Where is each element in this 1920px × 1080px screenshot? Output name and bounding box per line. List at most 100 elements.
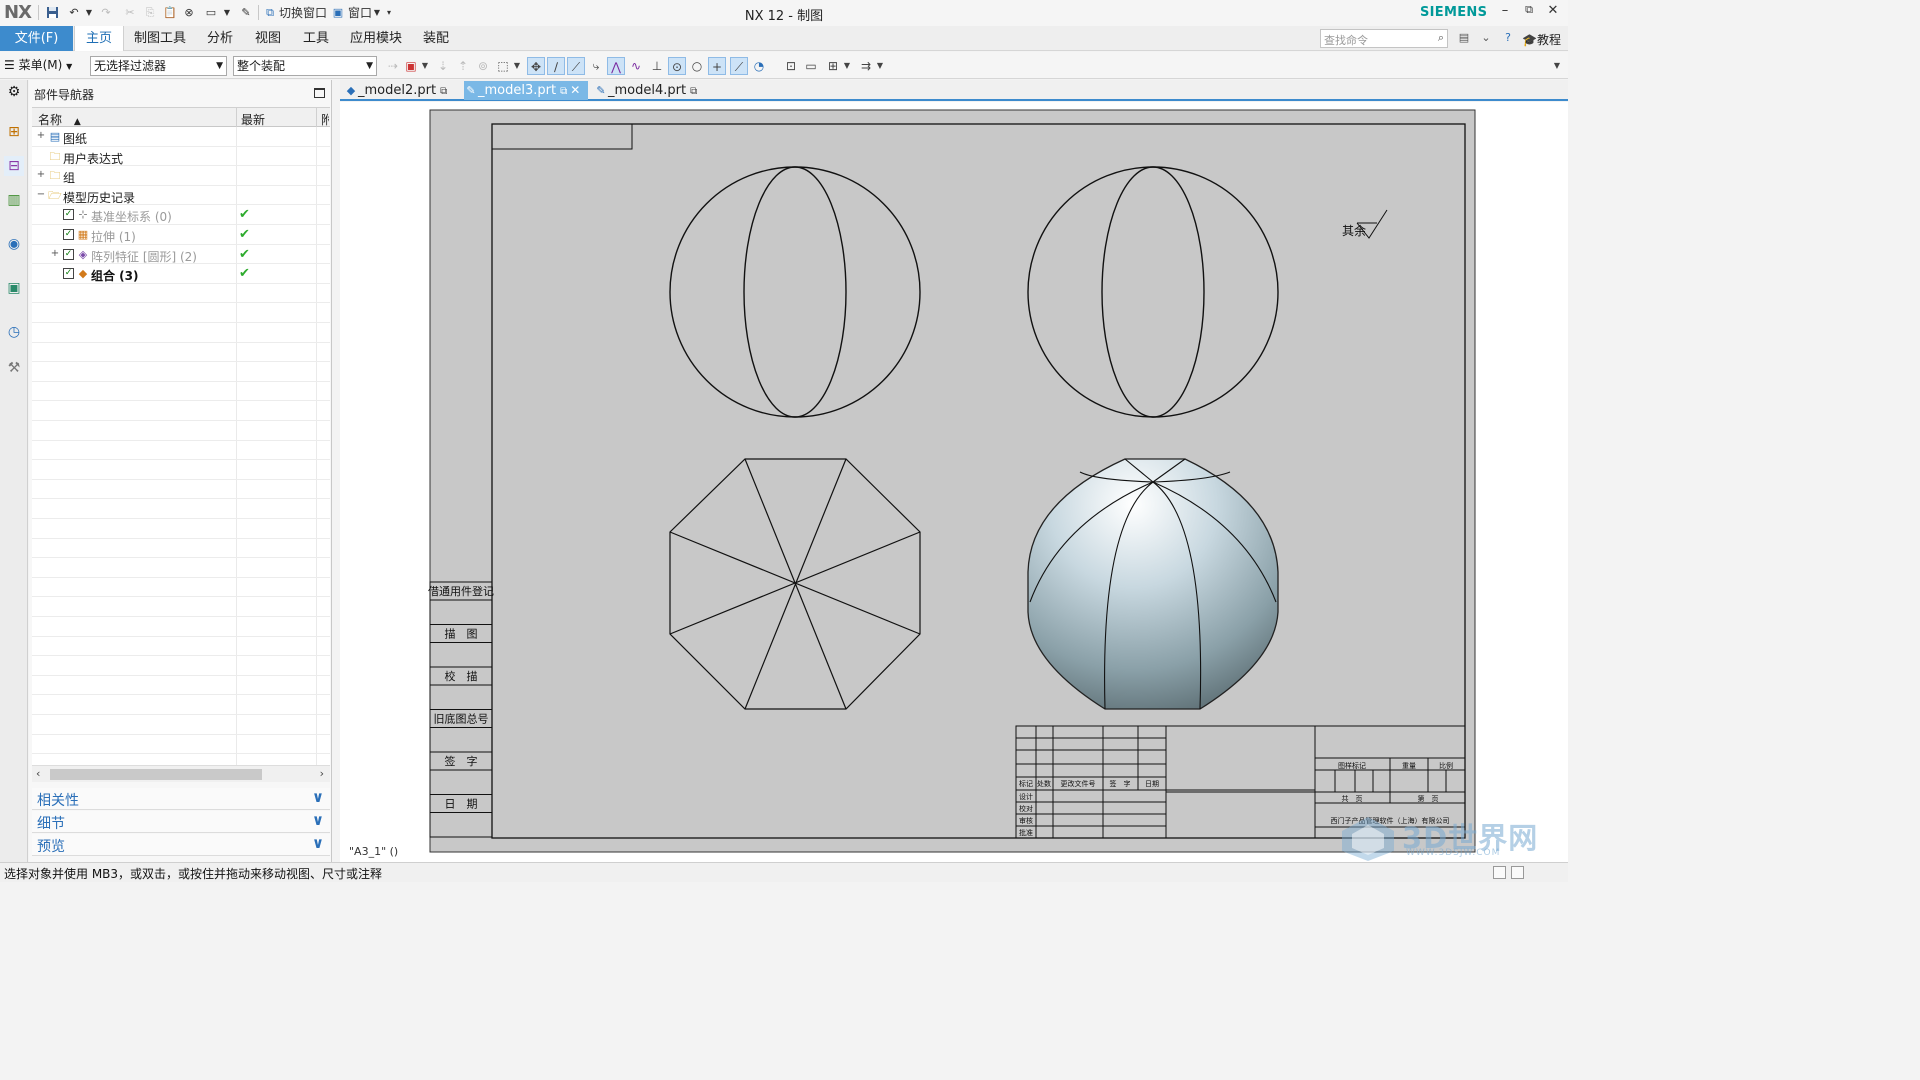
close-tab-icon[interactable]: ✕ (570, 83, 580, 97)
copy-icon[interactable]: ⎘ (142, 4, 158, 21)
tree-row[interactable]: + 🗀 组 (32, 166, 330, 186)
maximize-icon[interactable] (314, 88, 325, 98)
tab-drafting-tools[interactable]: 制图工具 (128, 26, 192, 51)
window-menu-icon[interactable]: ▣ (331, 4, 345, 21)
undo-dropdown-icon[interactable]: ▼ (84, 4, 94, 21)
filter-icon[interactable]: ⊚ (474, 57, 492, 75)
tab-application[interactable]: 应用模块 (344, 26, 408, 51)
visibility-checkbox[interactable]: ✓ (63, 268, 74, 280)
document-tab[interactable]: ◆ _model2.prt ⧉ (344, 81, 456, 100)
quadrant-icon[interactable]: ○ (688, 57, 706, 75)
graphics-window[interactable]: 其余 借通用件登记描 图校 描旧底图总号签 字日 期 标记 处数 更改文件号 签… (340, 102, 1568, 862)
point-on-curve-icon[interactable]: ⟋ (730, 57, 748, 75)
view-capture-icon[interactable]: ⊡ (782, 57, 800, 75)
tree-row[interactable]: + ▤ 图纸 (32, 127, 330, 147)
document-tab[interactable]: ✎ _model3.prt ⧉ ✕ (464, 81, 588, 100)
selection-filter-dropdown[interactable]: 无选择过滤器 ▼ (90, 56, 227, 76)
minimize-ribbon-icon[interactable]: ⌄ (1478, 31, 1494, 47)
existing-point-icon[interactable]: + (708, 57, 726, 75)
expand-icon[interactable]: + (36, 169, 46, 180)
save-icon[interactable] (44, 4, 60, 21)
select-feature-icon[interactable]: ▣ (402, 57, 420, 75)
delete-icon[interactable]: ⊗ (181, 4, 197, 21)
window-menu-dropdown-icon[interactable]: ▼ (373, 4, 381, 21)
close-button[interactable]: ✕ (1542, 3, 1564, 21)
menu-button[interactable]: ☰ 菜单(M) ▼ (4, 56, 72, 75)
roles-icon[interactable]: ⚒ (4, 358, 24, 378)
dropdown-icon[interactable]: ▼ (512, 57, 522, 75)
control-point-icon[interactable]: ⤷ (587, 57, 605, 75)
switch-window-icon[interactable]: ⧉ (263, 4, 277, 21)
part-navigator-icon[interactable]: ⊟ (4, 156, 24, 176)
intersection-icon[interactable]: ⋀ (607, 57, 625, 75)
curve-point-icon[interactable]: ∿ (627, 57, 645, 75)
column-attach[interactable]: 附 (321, 111, 329, 128)
redo-icon[interactable]: ↷ (98, 4, 114, 21)
paste-icon[interactable]: 📋 (162, 4, 178, 21)
window-menu-label[interactable]: 窗口 (347, 4, 373, 21)
visibility-checkbox[interactable]: ✓ (63, 229, 74, 240)
tab-analysis[interactable]: 分析 (200, 26, 240, 51)
tab-home[interactable]: 主页 (74, 26, 124, 51)
switch-window-label[interactable]: 切换窗口 (279, 4, 327, 21)
document-tab[interactable]: ✎ _model4.prt ⧉ (594, 81, 704, 100)
perpendicular-icon[interactable]: ⊥ (648, 57, 666, 75)
toolbar-options-icon[interactable]: ▼ (1552, 57, 1562, 75)
view-layout-icon[interactable]: ▭ (802, 57, 820, 75)
expand-icon[interactable]: + (50, 248, 60, 259)
expand-icon[interactable]: + (36, 130, 46, 141)
endpoint-icon[interactable]: ∕ (547, 57, 565, 75)
snap-icon[interactable]: ⇢ (384, 57, 402, 75)
tab-pin-icon[interactable]: ⧉ (440, 86, 447, 97)
collapse-icon[interactable]: − (36, 189, 46, 200)
scroll-left-icon[interactable]: ‹ (36, 767, 40, 780)
ribbon-options-icon[interactable]: ▤ (1456, 31, 1472, 47)
rectangle-select-icon[interactable]: ⬚ (494, 57, 512, 75)
reuse-library-icon[interactable]: ▥ (4, 190, 24, 210)
tree-row[interactable]: ✓ ◆ 组合 (3) ✔ (32, 264, 330, 284)
arc-center-icon[interactable]: ⊙ (668, 57, 686, 75)
window-icon[interactable]: ▭ (204, 4, 218, 21)
file-tab[interactable]: 文件(F) (0, 26, 73, 51)
tab-pin-icon[interactable]: ⧉ (560, 86, 567, 97)
dropdown-icon[interactable]: ▼ (875, 57, 885, 75)
restore-button[interactable]: ⧉ (1518, 3, 1540, 21)
visibility-checkbox[interactable]: ✓ (63, 209, 74, 221)
panel-dependencies[interactable]: 相关性 ∨ (32, 788, 330, 810)
snap-point-icon[interactable]: ✥ (527, 57, 545, 75)
minimize-button[interactable]: – (1494, 3, 1516, 21)
window-layout-icon[interactable] (1511, 866, 1524, 879)
touch-mode-icon[interactable]: ✎ (238, 4, 254, 21)
fullscreen-icon[interactable] (1493, 866, 1506, 879)
horizontal-scrollbar[interactable]: ‹ › (32, 765, 330, 782)
tutorial-link[interactable]: 🎓教程 (1522, 31, 1561, 48)
scroll-right-icon[interactable]: › (320, 767, 324, 780)
tree-row[interactable]: 🗀 用户表达式 (32, 147, 330, 167)
customize-dropdown-icon[interactable]: ▾ (384, 4, 394, 21)
assembly-navigator-icon[interactable]: ⊞ (4, 122, 24, 142)
settings-icon[interactable]: ⚙ (4, 82, 24, 102)
history-icon[interactable]: ▣ (4, 278, 24, 298)
tab-tools[interactable]: 工具 (296, 26, 336, 51)
selection-scope-dropdown[interactable]: 整个装配 ▼ (233, 56, 377, 76)
help-icon[interactable]: ? (1500, 31, 1516, 47)
point-on-surface-icon[interactable]: ◔ (750, 57, 768, 75)
dropdown-icon[interactable]: ▼ (842, 57, 852, 75)
scroll-thumb[interactable] (50, 769, 262, 780)
window-dropdown-icon[interactable]: ▼ (222, 4, 232, 21)
panel-preview[interactable]: 预览 ∨ (32, 834, 330, 856)
tab-pin-icon[interactable]: ⧉ (690, 86, 697, 97)
column-name[interactable]: 名称 ▲ (38, 111, 81, 128)
tab-assemblies[interactable]: 装配 (416, 26, 456, 51)
panel-details[interactable]: 细节 ∨ (32, 811, 330, 833)
clock-icon[interactable]: ◷ (4, 322, 24, 342)
visibility-checkbox[interactable]: ✓ (63, 248, 74, 260)
undo-icon[interactable]: ↶ (66, 4, 82, 21)
deselect-icon[interactable]: ⇣ (434, 57, 452, 75)
tree-row[interactable]: + ✓ ◈ 阵列特征 [圆形] (2) ✔ (32, 245, 330, 265)
dropdown-icon[interactable]: ▼ (420, 57, 430, 75)
tree-row[interactable]: ✓ ▦ 拉伸 (1) ✔ (32, 225, 330, 245)
table-icon[interactable]: ⊞ (824, 57, 842, 75)
tree-row[interactable]: ✓ ⊹ 基准坐标系 (0) ✔ (32, 205, 330, 225)
tab-view[interactable]: 视图 (248, 26, 288, 51)
